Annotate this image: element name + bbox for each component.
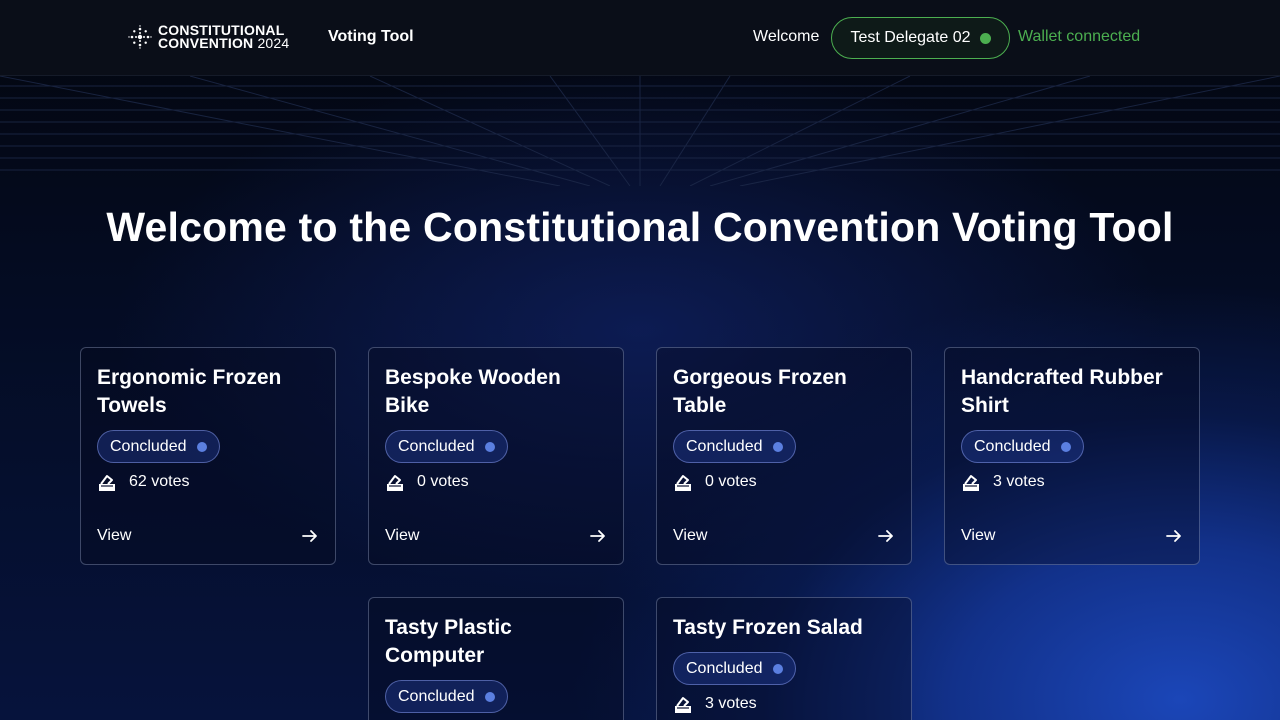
welcome-label: Welcome	[753, 28, 820, 45]
proposal-card: Handcrafted Rubber Shirt Concluded 3 vot…	[944, 347, 1200, 565]
logo-year: 2024	[257, 35, 290, 51]
nav-voting-tool-link[interactable]: Voting Tool	[328, 28, 414, 46]
card-title: Tasty Frozen Salad	[673, 616, 863, 639]
vote-count: 62 votes	[97, 472, 319, 492]
status-dot-icon	[772, 441, 783, 452]
status-label: Concluded	[686, 659, 763, 677]
status-badge: Concluded	[385, 430, 508, 463]
ballot-box-icon	[387, 475, 403, 491]
proposal-card: Tasty Frozen Salad Concluded 3 votes	[656, 597, 912, 720]
card-title: Bespoke Wooden Bike	[385, 366, 561, 417]
status-dot-icon	[484, 441, 495, 452]
card-title: Ergonomic Frozen Towels	[97, 366, 282, 417]
ballot-box-icon	[675, 475, 691, 491]
logo-line-2-text: CONVENTION	[158, 35, 254, 51]
convention-logo[interactable]: CONSTITUTIONAL CONVENTION 2024	[128, 23, 290, 51]
view-link[interactable]: View	[673, 527, 895, 545]
proposal-card: Tasty Plastic Computer Concluded	[368, 597, 624, 720]
arrow-right-icon	[1166, 530, 1181, 542]
status-badge: Concluded	[385, 680, 508, 713]
arrow-right-icon	[302, 530, 317, 542]
view-label: View	[97, 527, 132, 544]
logo-line-2: CONVENTION 2024	[158, 35, 290, 51]
delegate-name: Test Delegate 02	[850, 29, 971, 46]
card-title: Gorgeous Frozen Table	[673, 366, 847, 417]
status-dot-icon	[1060, 441, 1071, 452]
vote-count-label: 0 votes	[417, 473, 469, 490]
page-title: Welcome to the Constitutional Convention…	[106, 204, 1174, 250]
card-title: Handcrafted Rubber Shirt	[961, 366, 1163, 417]
status-label: Concluded	[974, 437, 1051, 455]
status-badge: Concluded	[673, 652, 796, 685]
vote-count: 3 votes	[961, 472, 1183, 492]
status-badge: Concluded	[961, 430, 1084, 463]
vote-count: 0 votes	[673, 472, 895, 492]
logo-wordmark: CONSTITUTIONAL CONVENTION 2024	[158, 23, 290, 51]
ballot-box-icon	[99, 475, 115, 491]
arrow-right-icon	[878, 530, 893, 542]
status-label: Concluded	[398, 437, 475, 455]
view-label: View	[673, 527, 708, 544]
view-link[interactable]: View	[97, 527, 319, 545]
status-dot-icon	[484, 691, 495, 702]
view-label: View	[385, 527, 420, 544]
delegate-account-button[interactable]: Test Delegate 02	[831, 17, 1010, 59]
view-link[interactable]: View	[385, 527, 607, 545]
vote-count-label: 3 votes	[705, 695, 757, 712]
grid-background	[0, 76, 1280, 186]
vote-count-label: 0 votes	[705, 473, 757, 490]
card-title: Tasty Plastic Computer	[385, 616, 512, 667]
vote-count-label: 62 votes	[129, 473, 190, 490]
ballot-box-icon	[675, 697, 691, 713]
proposal-card: Bespoke Wooden Bike Concluded 0 votes Vi…	[368, 347, 624, 565]
status-badge: Concluded	[673, 430, 796, 463]
arrow-right-icon	[590, 530, 605, 542]
view-label: View	[961, 527, 996, 544]
vote-count: 0 votes	[385, 472, 607, 492]
status-dot-icon	[772, 663, 783, 674]
convention-logo-icon	[128, 25, 152, 49]
wallet-status: Wallet connected	[1018, 28, 1141, 45]
status-dot-icon	[196, 441, 207, 452]
status-label: Concluded	[398, 687, 475, 705]
top-navbar: CONSTITUTIONAL CONVENTION 2024 Voting To…	[0, 0, 1280, 76]
status-label: Concluded	[110, 437, 187, 455]
vote-count-label: 3 votes	[993, 473, 1045, 490]
proposal-card: Ergonomic Frozen Towels Concluded 62 vot…	[80, 347, 336, 565]
proposal-card: Gorgeous Frozen Table Concluded 0 votes …	[656, 347, 912, 565]
vote-count: 3 votes	[673, 694, 895, 714]
status-label: Concluded	[686, 437, 763, 455]
status-dot-icon	[979, 32, 991, 44]
view-link[interactable]: View	[961, 527, 1183, 545]
status-badge: Concluded	[97, 430, 220, 463]
ballot-box-icon	[963, 475, 979, 491]
